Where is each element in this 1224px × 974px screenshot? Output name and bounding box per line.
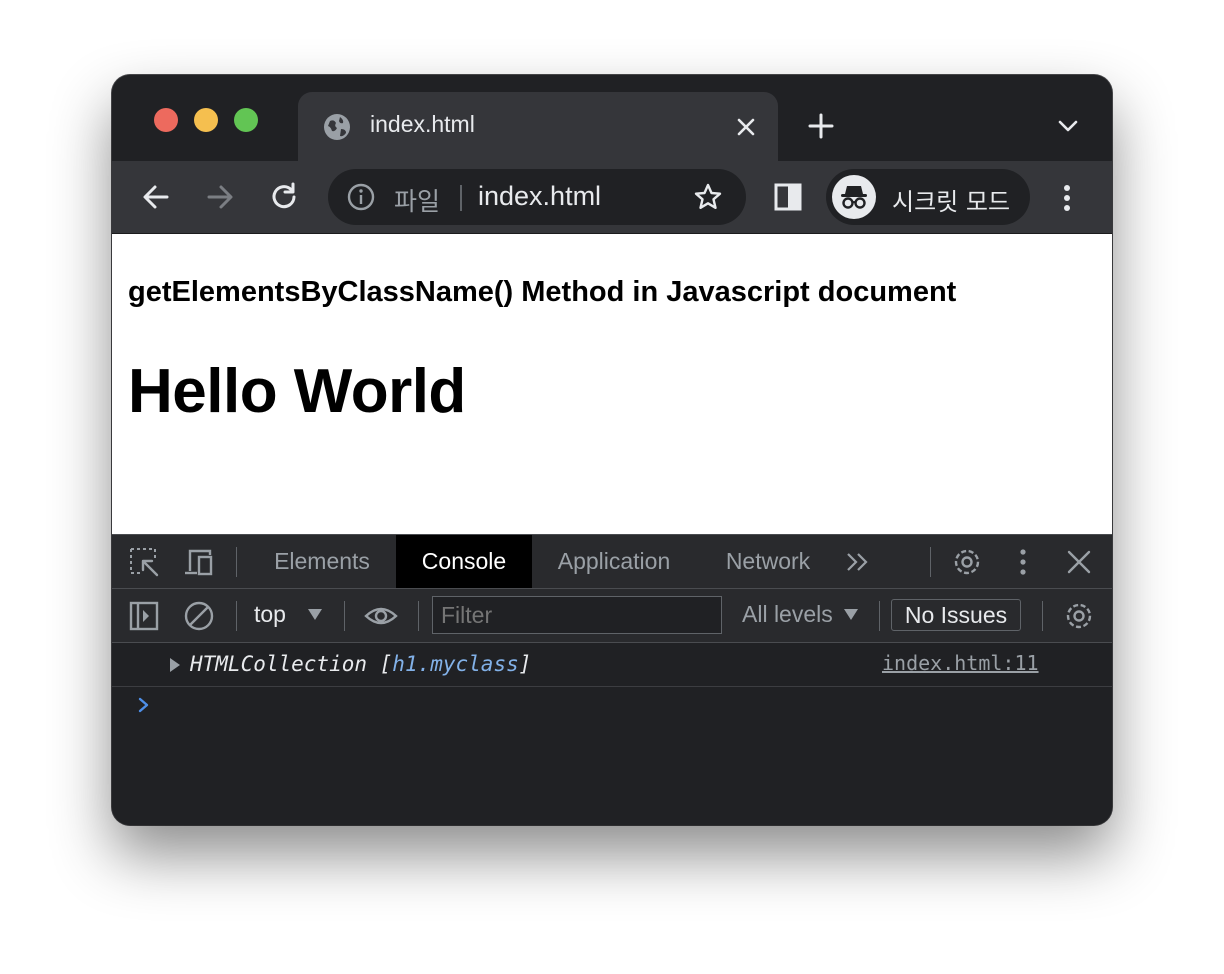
- source-link[interactable]: index.html:11: [882, 651, 1039, 675]
- side-panel-icon[interactable]: [772, 181, 804, 213]
- kebab-icon[interactable]: [1006, 545, 1040, 579]
- log-prefix: HTMLCollection [: [190, 652, 393, 676]
- expand-triangle-icon[interactable]: [170, 658, 180, 672]
- url-divider: [460, 185, 462, 211]
- context-selector[interactable]: top: [254, 601, 286, 628]
- close-icon[interactable]: [1062, 545, 1096, 579]
- chevron-down-icon[interactable]: [1052, 111, 1084, 141]
- eye-icon[interactable]: [364, 599, 398, 633]
- reload-icon[interactable]: [266, 179, 302, 215]
- prompt-icon: [138, 697, 149, 713]
- gear-icon[interactable]: [1062, 599, 1096, 633]
- log-suffix: ]: [518, 652, 532, 676]
- url-text[interactable]: index.html: [478, 181, 601, 212]
- incognito-label: 시크릿 모드: [892, 188, 1011, 216]
- tab-strip: index.html: [112, 75, 1112, 161]
- log-element-link[interactable]: h1.myclass: [392, 652, 518, 676]
- tab-title: index.html: [370, 111, 475, 137]
- devtools-panel: Elements Console Application Network top…: [112, 534, 1112, 825]
- tab-elements[interactable]: Elements: [252, 535, 392, 588]
- toolbar-divider: [879, 601, 880, 631]
- device-icon[interactable]: [182, 545, 216, 579]
- toolbar-divider: [418, 601, 419, 631]
- incognito-avatar: [832, 175, 876, 219]
- filter-input[interactable]: [432, 596, 722, 634]
- inspect-icon[interactable]: [127, 545, 161, 579]
- back-icon[interactable]: [138, 179, 174, 215]
- star-icon[interactable]: [692, 181, 724, 213]
- more-tabs-icon[interactable]: [842, 545, 876, 579]
- incognito-icon: [841, 186, 867, 209]
- console-toolbar: top All levels No Issues: [112, 589, 1112, 643]
- console-message[interactable]: HTMLCollection [h1.myclass] index.html:1…: [112, 643, 1112, 687]
- levels-dropdown-arrow[interactable]: [844, 609, 858, 620]
- tab-console[interactable]: Console: [396, 535, 532, 588]
- page-viewport: getElementsByClassName() Method in Javas…: [112, 234, 1112, 534]
- tab-network[interactable]: Network: [702, 535, 834, 588]
- gear-icon[interactable]: [950, 545, 984, 579]
- devtools-tab-bar: Elements Console Application Network: [112, 535, 1112, 589]
- info-icon[interactable]: [346, 182, 376, 212]
- clear-icon[interactable]: [182, 599, 216, 633]
- sidebar-toggle-icon[interactable]: [127, 599, 161, 633]
- log-levels-selector[interactable]: All levels: [742, 601, 833, 628]
- issues-button[interactable]: No Issues: [891, 599, 1021, 631]
- page-heading: Hello World: [128, 357, 466, 426]
- page-subheading: getElementsByClassName() Method in Javas…: [128, 276, 957, 308]
- toolbar-divider: [236, 547, 237, 577]
- incognito-profile-button[interactable]: 시크릿 모드: [826, 169, 1030, 225]
- context-dropdown-arrow[interactable]: [308, 609, 322, 620]
- toolbar-divider: [236, 601, 237, 631]
- browser-window: index.html 파일 index.html 시크릿 모드 getEleme…: [112, 75, 1112, 825]
- tab-application[interactable]: Application: [536, 535, 692, 588]
- kebab-icon[interactable]: [1052, 181, 1082, 215]
- toolbar: 파일 index.html 시크릿 모드: [112, 161, 1112, 234]
- tab-index[interactable]: index.html: [298, 92, 778, 161]
- zoom-window-button[interactable]: [234, 108, 258, 132]
- close-window-button[interactable]: [154, 108, 178, 132]
- console-message-text: HTMLCollection [h1.myclass]: [190, 652, 531, 676]
- forward-icon[interactable]: [202, 179, 238, 215]
- url-scheme: 파일: [394, 187, 441, 216]
- toolbar-divider: [930, 547, 931, 577]
- toolbar-divider: [344, 601, 345, 631]
- toolbar-divider: [1042, 601, 1043, 631]
- plus-icon[interactable]: [804, 109, 838, 143]
- minimize-window-button[interactable]: [194, 108, 218, 132]
- address-bar[interactable]: 파일 index.html: [328, 169, 746, 225]
- close-icon[interactable]: [731, 112, 761, 142]
- globe-icon: [324, 114, 350, 140]
